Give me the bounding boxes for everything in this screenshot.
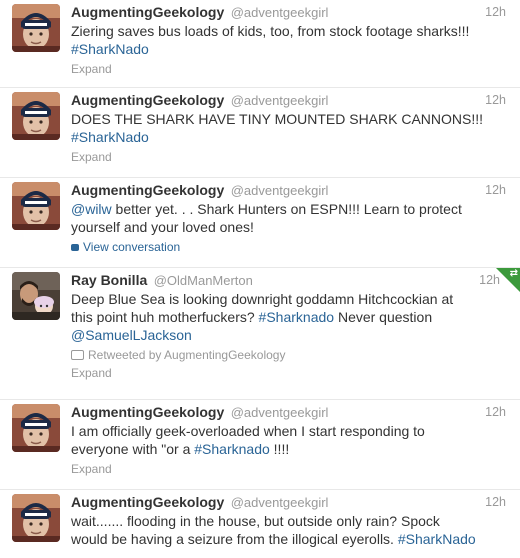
tweet-header: AugmentingGeekology @adventgeekgirl 12h xyxy=(71,90,506,110)
tweet-text-segment: wait....... flooding in the house, but o… xyxy=(71,513,440,529)
tweet-header: AugmentingGeekology @adventgeekgirl 12h xyxy=(71,492,506,512)
tweet-text-segment: Ziering saves bus loads of kids, too, fr… xyxy=(71,23,470,39)
tweet-header: AugmentingGeekology @adventgeekgirl 12h xyxy=(71,2,506,22)
tweet-timestamp[interactable]: 12h xyxy=(485,180,506,200)
tweet-header: AugmentingGeekology @adventgeekgirl 12h xyxy=(71,180,506,200)
tweet-text-line: wait....... flooding in the house, but o… xyxy=(71,512,506,530)
tweet-text-segment: everyone with "or a xyxy=(71,441,195,457)
tweet-text-segment: better yet. . . Shark Hunters on ESPN!!!… xyxy=(111,201,462,217)
tweet[interactable]: ⇄ Ray Bonilla @OldManMerton 12h Deep Blu… xyxy=(0,268,520,400)
tweet-text-segment: DOES THE SHARK HAVE TINY MOUNTED SHARK C… xyxy=(71,111,484,127)
tweet-text: @wilw better yet. . . Shark Hunters on E… xyxy=(71,200,506,236)
tweet-text-segment: this point huh motherfuckers? xyxy=(71,309,259,325)
author-username[interactable]: @adventgeekgirl xyxy=(231,5,329,20)
author-fullname[interactable]: Ray Bonilla xyxy=(71,272,147,288)
author-fullname[interactable]: AugmentingGeekology xyxy=(71,92,224,108)
expand-link[interactable]: Expand xyxy=(71,366,500,380)
tweet-content: Ray Bonilla @OldManMerton 12h Deep Blue … xyxy=(71,270,500,380)
avatar[interactable] xyxy=(12,494,60,542)
tweet-text-segment: Never question xyxy=(334,309,433,325)
expand-link[interactable]: Expand xyxy=(71,462,506,476)
tweet-text-line: @SamuelLJackson xyxy=(71,326,500,344)
author-fullname[interactable]: AugmentingGeekology xyxy=(71,404,224,420)
hashtag-link[interactable]: #Sharknado xyxy=(259,309,335,325)
tweet-text-line: would be having a seizure from the illog… xyxy=(71,530,506,548)
author-username[interactable]: @OldManMerton xyxy=(154,273,253,288)
tweet-timeline: AugmentingGeekology @adventgeekgirl 12h … xyxy=(0,0,520,558)
view-conversation-label: View conversation xyxy=(83,240,181,254)
tweet-text: Ziering saves bus loads of kids, too, fr… xyxy=(71,22,506,58)
tweet-text-segment: would be having a seizure from the illog… xyxy=(71,531,398,547)
tweet[interactable]: AugmentingGeekology @adventgeekgirl 12h … xyxy=(0,178,520,268)
tweet-text: Deep Blue Sea is looking downright godda… xyxy=(71,290,500,344)
mention-link[interactable]: @SamuelLJackson xyxy=(71,327,192,343)
tweet-text-line: yourself and your loved ones! xyxy=(71,218,506,236)
tweet-timestamp[interactable]: 12h xyxy=(479,270,500,290)
tweet-timestamp[interactable]: 12h xyxy=(485,402,506,422)
retweet-small-icon xyxy=(71,350,84,360)
tweet-timestamp[interactable]: 12h xyxy=(485,90,506,110)
tweet[interactable]: AugmentingGeekology @adventgeekgirl 12h … xyxy=(0,88,520,178)
tweet-header: AugmentingGeekology @adventgeekgirl 12h xyxy=(71,402,506,422)
hashtag-link[interactable]: #SharkNado xyxy=(71,41,149,57)
tweet-text-line: Ziering saves bus loads of kids, too, fr… xyxy=(71,22,506,40)
tweet-text: wait....... flooding in the house, but o… xyxy=(71,512,506,548)
author-username[interactable]: @adventgeekgirl xyxy=(231,93,329,108)
expand-link[interactable]: Expand xyxy=(71,150,506,164)
retweeted-by[interactable]: Retweeted by AugmentingGeekology xyxy=(71,348,500,362)
tweet-text-segment: Deep Blue Sea is looking downright godda… xyxy=(71,291,454,307)
retweet-icon: ⇄ xyxy=(509,268,518,279)
view-conversation-link[interactable]: View conversation xyxy=(71,240,506,254)
author-username[interactable]: @adventgeekgirl xyxy=(231,183,329,198)
tweet-text-line: everyone with "or a #Sharknado !!!! xyxy=(71,440,506,458)
tweet-content: AugmentingGeekology @adventgeekgirl 12h … xyxy=(71,2,506,76)
avatar[interactable] xyxy=(12,92,60,140)
avatar[interactable] xyxy=(12,272,60,320)
tweet[interactable]: AugmentingGeekology @adventgeekgirl 12h … xyxy=(0,490,520,558)
tweet-text: DOES THE SHARK HAVE TINY MOUNTED SHARK C… xyxy=(71,110,506,146)
tweet-text-segment: !!!! xyxy=(269,441,290,457)
tweet[interactable]: AugmentingGeekology @adventgeekgirl 12h … xyxy=(0,400,520,490)
tweet-text-segment: yourself and your loved ones! xyxy=(71,219,254,235)
tweet-text-line: #SharkNado xyxy=(71,40,506,58)
avatar[interactable] xyxy=(12,404,60,452)
tweet-timestamp[interactable]: 12h xyxy=(485,2,506,22)
speech-bubble-icon xyxy=(71,244,79,251)
hashtag-link[interactable]: #SharkNado xyxy=(398,531,476,547)
tweet-timestamp[interactable]: 12h xyxy=(485,492,506,512)
author-fullname[interactable]: AugmentingGeekology xyxy=(71,4,224,20)
tweet-text-line: this point huh motherfuckers? #Sharknado… xyxy=(71,308,500,326)
tweet-text-line: I am officially geek-overloaded when I s… xyxy=(71,422,506,440)
hashtag-link[interactable]: #SharkNado xyxy=(71,129,149,145)
tweet-content: AugmentingGeekology @adventgeekgirl 12h … xyxy=(71,180,506,254)
tweet-text-segment: I am officially geek-overloaded when I s… xyxy=(71,423,425,439)
tweet-text: I am officially geek-overloaded when I s… xyxy=(71,422,506,458)
tweet[interactable]: AugmentingGeekology @adventgeekgirl 12h … xyxy=(0,0,520,88)
mention-link[interactable]: @wilw xyxy=(71,201,112,217)
tweet-text-line: @wilw better yet. . . Shark Hunters on E… xyxy=(71,200,506,218)
avatar[interactable] xyxy=(12,4,60,52)
retweeted-by-text: Retweeted by AugmentingGeekology xyxy=(88,348,286,362)
expand-link[interactable]: Expand xyxy=(71,62,506,76)
tweet-content: AugmentingGeekology @adventgeekgirl 12h … xyxy=(71,90,506,164)
tweet-text-line: DOES THE SHARK HAVE TINY MOUNTED SHARK C… xyxy=(71,110,506,128)
tweet-content: AugmentingGeekology @adventgeekgirl 12h … xyxy=(71,492,506,548)
author-fullname[interactable]: AugmentingGeekology xyxy=(71,182,224,198)
tweet-content: AugmentingGeekology @adventgeekgirl 12h … xyxy=(71,402,506,476)
avatar[interactable] xyxy=(12,182,60,230)
hashtag-link[interactable]: #Sharknado xyxy=(194,441,270,457)
author-username[interactable]: @adventgeekgirl xyxy=(231,405,329,420)
author-username[interactable]: @adventgeekgirl xyxy=(231,495,329,510)
tweet-header: Ray Bonilla @OldManMerton 12h xyxy=(71,270,500,290)
tweet-text-line: #SharkNado xyxy=(71,128,506,146)
author-fullname[interactable]: AugmentingGeekology xyxy=(71,494,224,510)
tweet-text-line: Deep Blue Sea is looking downright godda… xyxy=(71,290,500,308)
